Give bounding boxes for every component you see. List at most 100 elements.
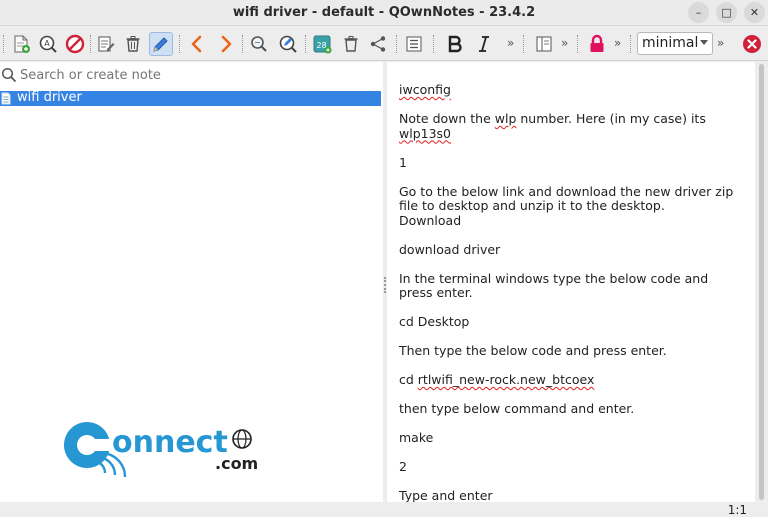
search-edit-icon xyxy=(279,35,297,53)
note-editor[interactable]: iwconfig Note down the wlp number. Here (… xyxy=(387,62,755,502)
editor-text-run: Then type the below code and press enter… xyxy=(399,343,667,358)
search-in-all-notes-button[interactable] xyxy=(276,32,300,56)
close-circle-icon xyxy=(743,35,761,53)
toolbar-separator xyxy=(242,35,244,53)
edit-note-button[interactable] xyxy=(94,32,118,56)
share-button[interactable] xyxy=(366,32,390,56)
editor-text-run: make xyxy=(399,430,434,445)
editor-paragraph: iwconfig xyxy=(399,82,744,98)
delete-note-button[interactable] xyxy=(121,32,145,56)
editor-scrollbar[interactable] xyxy=(755,62,768,502)
editor-text-run: number. Here (in my case) its xyxy=(516,111,706,126)
toolbar-separator xyxy=(523,35,525,53)
toolbar-overflow-4[interactable]: » xyxy=(717,36,724,50)
share-icon xyxy=(370,36,386,52)
italic-button[interactable] xyxy=(472,32,496,56)
calendar-button[interactable]: 28 xyxy=(310,32,334,56)
distraction-free-button[interactable] xyxy=(532,32,556,56)
editor-paragraph: cd rtlwifi_new-rock.new_btcoex xyxy=(399,372,744,388)
search-icon xyxy=(1,67,17,83)
stop-icon xyxy=(65,34,85,54)
bold-button[interactable] xyxy=(443,32,467,56)
search-input[interactable] xyxy=(20,65,350,85)
toolbar-separator xyxy=(630,35,632,53)
list-button[interactable] xyxy=(402,32,426,56)
editor-paragraph: then type below command and enter. xyxy=(399,401,744,417)
note-list-item-label: wifi driver xyxy=(17,90,82,105)
misspelled-word: wlp13s0 xyxy=(399,125,452,141)
search-notes-button[interactable] xyxy=(247,32,271,56)
scrollbar-thumb[interactable] xyxy=(759,64,764,500)
find-icon: A xyxy=(39,35,57,53)
toolbar-overflow-1[interactable]: » xyxy=(507,36,514,50)
forward-button[interactable] xyxy=(214,32,238,56)
remove-note-button[interactable] xyxy=(63,32,87,56)
misspelled-word: rtlwifi_new-rock.new_btcoex xyxy=(417,372,595,387)
editor-paragraph: 1 xyxy=(399,154,744,171)
editor-paragraph: Go to the below link and download the ne… xyxy=(399,183,744,229)
editor-text-run: In the terminal windows type the below c… xyxy=(399,270,709,300)
editor-paragraph: cd Desktop xyxy=(399,314,744,330)
editor-paragraph: Then type the below code and press enter… xyxy=(399,343,744,359)
toolbar-overflow-3[interactable]: » xyxy=(614,36,621,50)
list-icon xyxy=(406,36,422,52)
editor-text-run: 1 xyxy=(399,154,407,170)
editor-text-run: Go to the below link and download the ne… xyxy=(399,183,734,228)
document-edit-icon xyxy=(98,36,115,52)
encrypt-note-button[interactable] xyxy=(585,32,609,56)
new-note-icon xyxy=(14,35,30,53)
note-list-item[interactable]: wifi driver xyxy=(0,90,381,106)
window-title: wifi driver - default - QOwnNotes - 23.4… xyxy=(232,5,536,20)
trash-icon xyxy=(344,36,358,52)
editor-text-run: 2 xyxy=(399,459,407,474)
lock-icon xyxy=(590,34,604,52)
workspace-mode-value: minimal xyxy=(642,35,699,51)
editor-paragraph: download driver xyxy=(399,242,744,258)
note-text[interactable]: iwconfig Note down the wlp number. Here (… xyxy=(399,82,744,502)
editor-text-run: cd Desktop xyxy=(399,314,470,329)
editor-paragraph: Type and enter xyxy=(399,488,744,502)
splitter-handle[interactable] xyxy=(384,277,386,293)
zoom-search-icon xyxy=(251,36,267,52)
editor-text-run: Note down the xyxy=(399,111,495,126)
trash-button[interactable] xyxy=(339,32,363,56)
back-button[interactable] xyxy=(185,32,209,56)
pencil-icon xyxy=(153,37,168,52)
misspelled-word: wlp xyxy=(494,111,517,126)
maximize-button[interactable]: □ xyxy=(716,2,737,23)
toolbar-separator xyxy=(305,35,307,53)
toolbar-separator xyxy=(90,35,92,53)
cursor-position: 1:1 xyxy=(727,503,747,517)
workspace-mode-select[interactable]: minimal xyxy=(637,32,713,55)
note-file-icon xyxy=(1,92,11,105)
note-list-pane: wifi driver onnect .com connect.com xyxy=(0,62,383,502)
editor-paragraph: In the terminal windows type the below c… xyxy=(399,270,744,301)
new-note-button[interactable] xyxy=(9,32,33,56)
editor-paragraph: Note down the wlp number. Here (in my ca… xyxy=(399,111,744,141)
svg-text:onnect: onnect xyxy=(112,425,228,460)
trash-icon xyxy=(126,36,140,52)
status-bar: 1:1 xyxy=(0,502,768,517)
chevron-left-icon xyxy=(191,35,202,53)
bold-icon xyxy=(448,35,462,53)
close-button[interactable]: ✕ xyxy=(744,2,765,23)
editor-paragraph: make xyxy=(399,430,744,446)
toolbar-overflow-2[interactable]: » xyxy=(561,36,568,50)
calendar-icon: 28 xyxy=(313,35,332,54)
toolbar-separator xyxy=(433,35,435,53)
editor-text-run: cd xyxy=(399,372,418,387)
panel-layout-icon xyxy=(536,36,552,52)
editor-text-run: Type and enter xyxy=(399,488,493,502)
quit-button[interactable] xyxy=(740,32,764,56)
minimize-button[interactable]: – xyxy=(688,2,709,23)
chevron-down-icon xyxy=(700,40,708,45)
toolbar-separator xyxy=(396,35,398,53)
connect-logo: onnect .com xyxy=(64,422,258,478)
edit-mode-toggle[interactable] xyxy=(149,32,173,56)
italic-icon xyxy=(479,36,489,52)
toolbar-separator xyxy=(179,35,181,53)
toolbar-grip xyxy=(3,35,5,53)
title-bar: wifi driver - default - QOwnNotes - 23.4… xyxy=(0,0,768,26)
misspelled-word: iwconfig xyxy=(399,82,451,97)
find-in-note-button[interactable]: A xyxy=(36,32,60,56)
